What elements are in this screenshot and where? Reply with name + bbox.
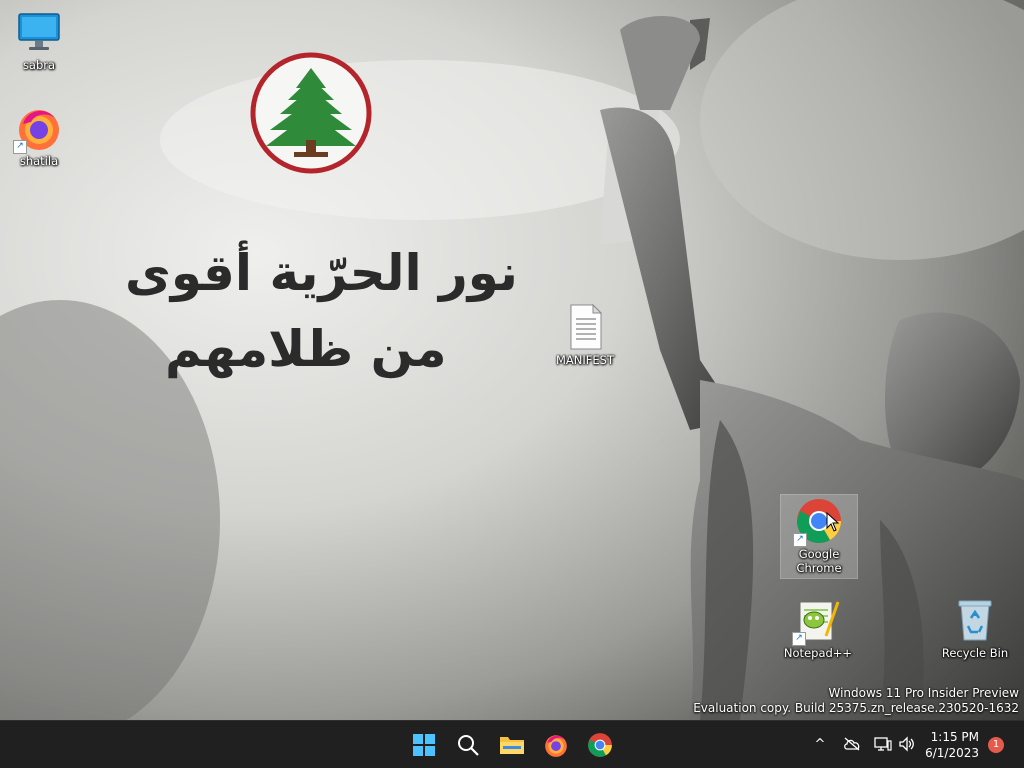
text-document-icon: [561, 303, 609, 351]
wallpaper-slogan-line-2: من ظلامهم: [165, 320, 447, 378]
notification-badge[interactable]: 1: [988, 737, 1004, 753]
search-icon: [458, 735, 479, 756]
taskbar: ^ 1:15 PM 6/1/2023 1: [0, 720, 1024, 768]
speaker-icon: [899, 736, 914, 752]
firefox-icon: [545, 735, 567, 757]
shortcut-arrow-icon: ↗: [793, 533, 807, 547]
monitor-icon: [15, 8, 63, 56]
notepadpp-icon: ↗: [792, 596, 842, 646]
firefox-icon: ↗: [13, 104, 63, 154]
file-explorer-button[interactable]: [494, 727, 530, 763]
start-button[interactable]: [406, 727, 442, 763]
file-explorer-icon: [500, 737, 524, 754]
lebanese-forces-cedar-logo: [250, 52, 372, 174]
desktop-icon-notepadpp[interactable]: ↗ Notepad++: [780, 596, 856, 660]
network-icon: [874, 737, 892, 751]
show-hidden-icons-button[interactable]: ^: [809, 733, 831, 755]
firefox-taskbar-button[interactable]: [538, 727, 574, 763]
watermark-line-1: Windows 11 Pro Insider Preview: [828, 686, 1019, 700]
desktop-icon-shatila[interactable]: ↗ shatila: [1, 104, 77, 168]
wallpaper-slogan-line-1: نور الحرّية أقوى: [125, 244, 518, 302]
clock-date: 6/1/2023: [925, 746, 979, 760]
chrome-icon: [588, 733, 612, 757]
recycle-bin-icon: [951, 596, 999, 644]
network-button[interactable]: [872, 733, 894, 755]
volume-button[interactable]: [896, 733, 918, 755]
desktop-icon-recycle-bin[interactable]: Recycle Bin: [937, 596, 1013, 660]
chrome-taskbar-button[interactable]: [582, 727, 618, 763]
search-button[interactable]: [450, 727, 486, 763]
desktop-icon-google-chrome[interactable]: ↗ Google Chrome: [780, 494, 858, 579]
desktop-wallpaper: نور الحرّية أقوى من ظلامهم: [0, 0, 1024, 720]
desktop-icon-label: Google Chrome: [796, 547, 842, 575]
cloud-offline-icon: [844, 737, 860, 751]
desktop-icon-label: shatila: [19, 154, 59, 168]
clock-button[interactable]: 1:15 PM 6/1/2023: [925, 729, 979, 761]
desktop-icon-label: Recycle Bin: [941, 646, 1009, 660]
desktop-icon-manifest[interactable]: MANIFEST: [547, 303, 623, 367]
chevron-up-icon: ^: [814, 736, 826, 752]
start-icon: [413, 734, 435, 756]
clock-time: 1:15 PM: [930, 730, 979, 744]
shortcut-arrow-icon: ↗: [792, 632, 806, 646]
desktop-icon-label: MANIFEST: [556, 353, 614, 367]
onedrive-status-button[interactable]: [841, 733, 863, 755]
desktop-icon-label: sabra: [22, 58, 56, 72]
desktop-icon-sabra[interactable]: sabra: [1, 8, 77, 72]
wallpaper-art: [0, 0, 1024, 720]
shortcut-arrow-icon: ↗: [13, 140, 27, 154]
windows-evaluation-watermark: Windows 11 Pro Insider Preview Evaluatio…: [693, 686, 1019, 716]
watermark-line-2: Evaluation copy. Build 25375.zn_release.…: [693, 701, 1019, 715]
desktop-icon-label: Notepad++: [783, 646, 853, 660]
mouse-cursor-icon: [826, 512, 840, 532]
